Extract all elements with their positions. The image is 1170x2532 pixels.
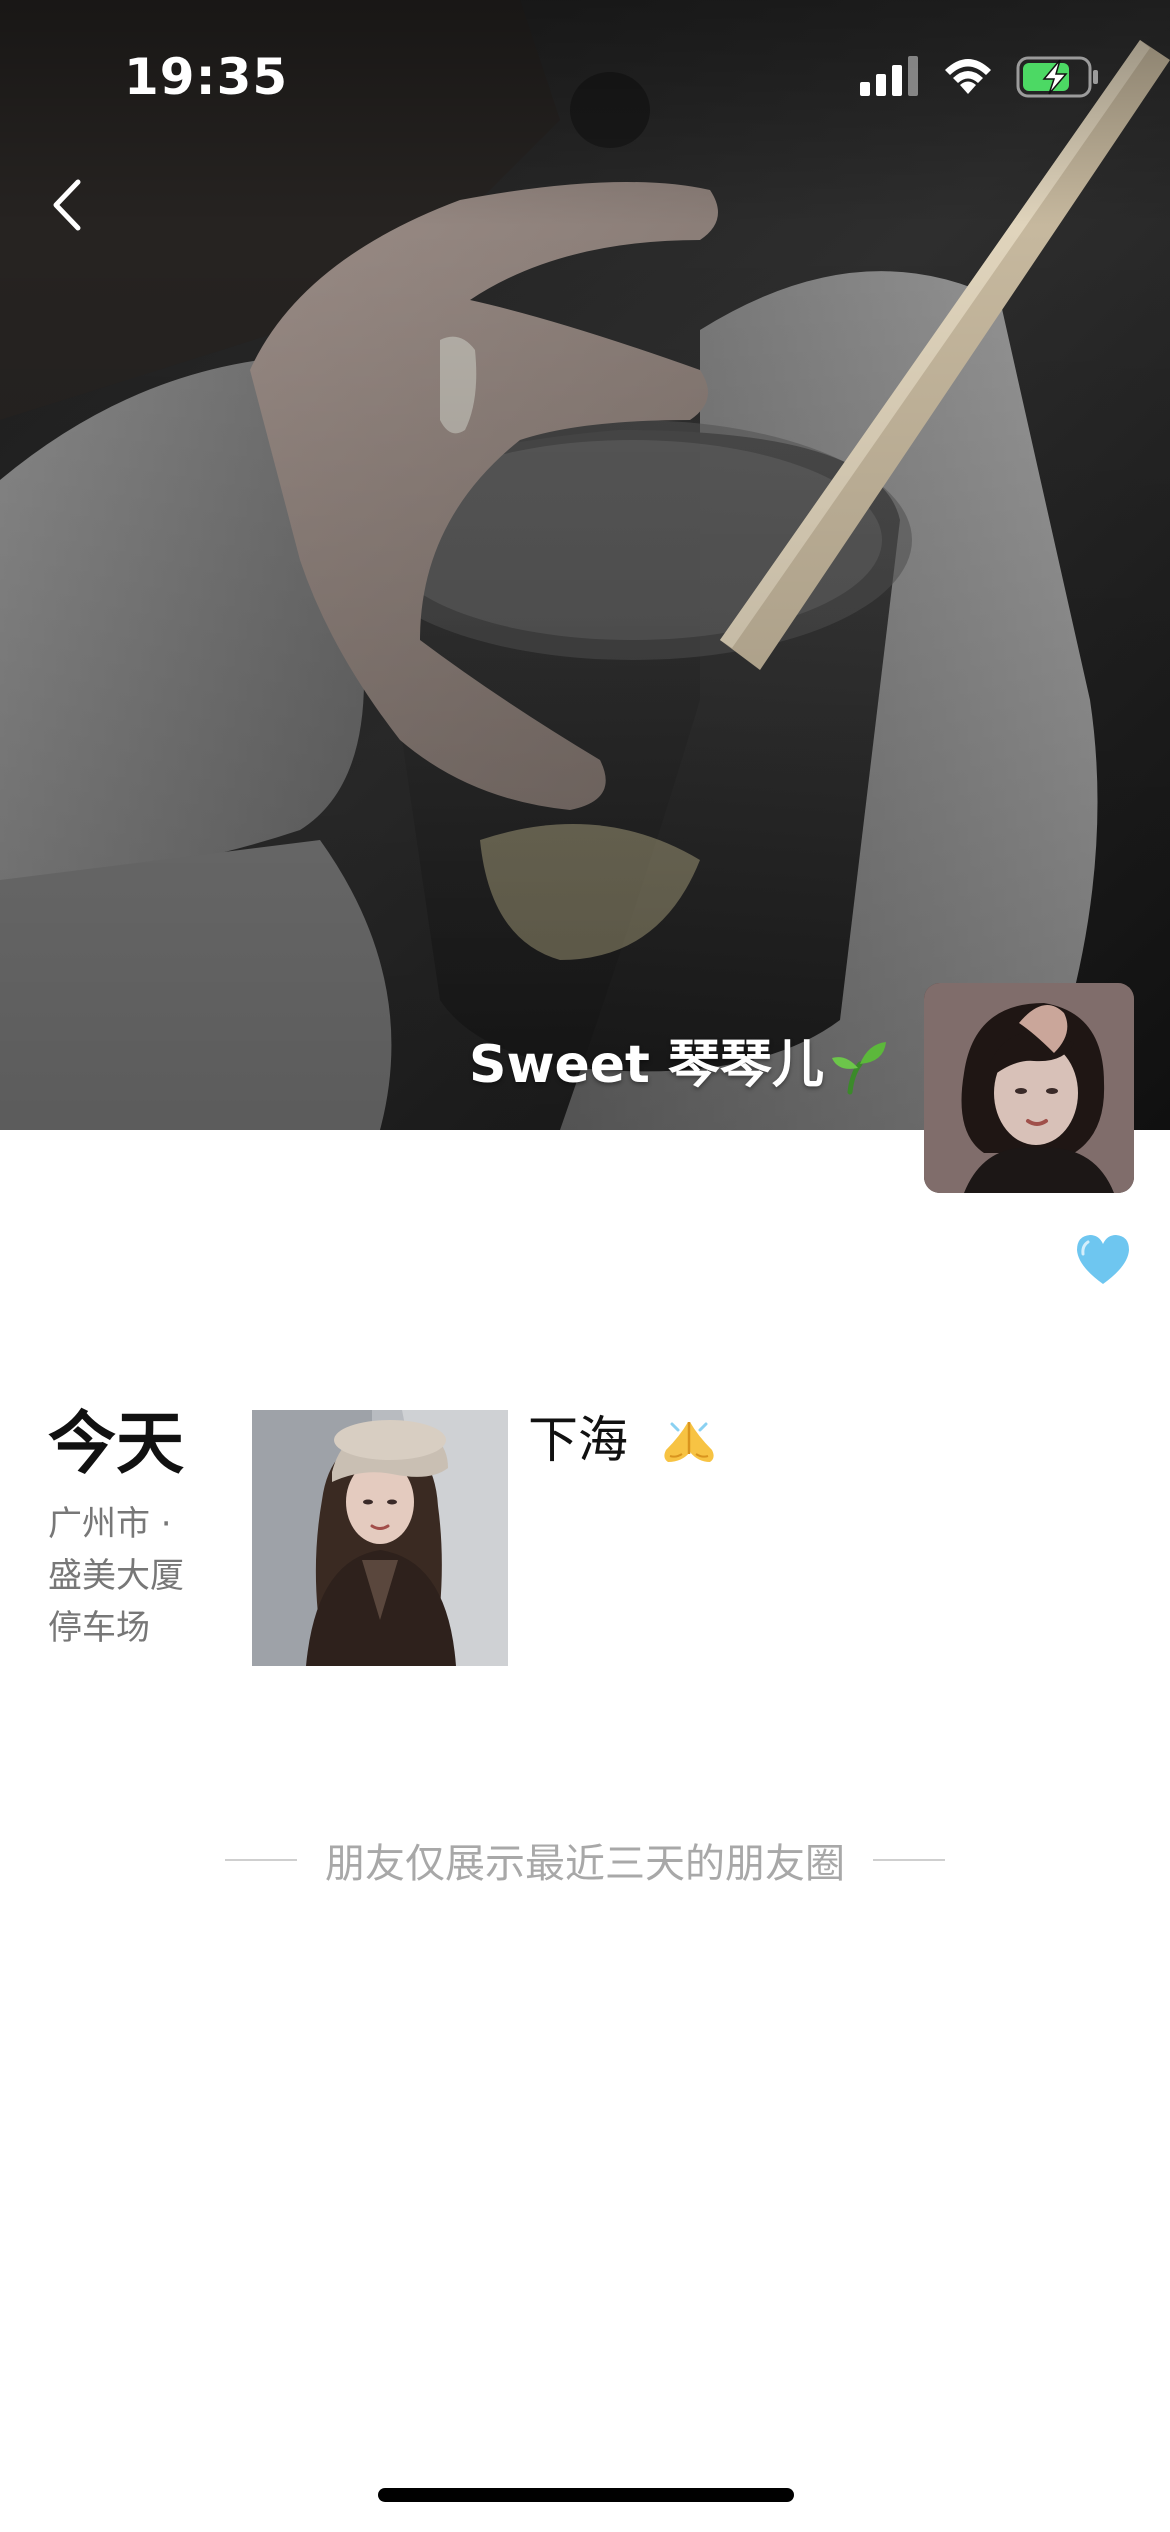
status-bar: 19:35 [0, 0, 1170, 150]
cover-photo[interactable] [0, 0, 1170, 1130]
post-text-content: 下海 [528, 1411, 628, 1469]
divider [873, 1859, 945, 1861]
wifi-icon [945, 59, 991, 94]
chevron-left-icon [53, 179, 81, 231]
notice-text: 朋友仅展示最近三天的朋友圈 [325, 1841, 845, 1887]
profile-avatar[interactable] [924, 983, 1134, 1193]
sprout-icon [832, 1042, 886, 1095]
post-location: 广州市 · 盛美大厦 停车场 [48, 1498, 218, 1654]
status-icons [860, 56, 1100, 100]
avatar-image [924, 983, 1134, 1193]
cover-image [0, 0, 1170, 1130]
home-indicator[interactable] [378, 2488, 794, 2502]
blue-heart-icon [1077, 1235, 1129, 1284]
profile-name-text: Sweet 琴琴儿 [469, 1035, 824, 1095]
post-location-line: 停车场 [48, 1608, 150, 1648]
post-thumbnail[interactable] [252, 1410, 508, 1666]
post-location-line: 盛美大厦 [48, 1556, 184, 1596]
post-text: 下海 [528, 1405, 718, 1475]
battery-charging-icon [1016, 56, 1098, 98]
back-button[interactable] [40, 170, 100, 240]
post-day: 今天 [48, 1405, 185, 1484]
folded-hands-icon [664, 1422, 714, 1462]
post-location-line: 广州市 · [48, 1504, 172, 1544]
recent-posts-notice: 朋友仅展示最近三天的朋友圈 [0, 1830, 1170, 1890]
post-image [252, 1410, 508, 1666]
divider [225, 1859, 297, 1861]
status-time: 19:35 [124, 48, 289, 106]
signal-icon [860, 56, 918, 96]
profile-name[interactable]: Sweet 琴琴儿 [469, 1030, 890, 1100]
